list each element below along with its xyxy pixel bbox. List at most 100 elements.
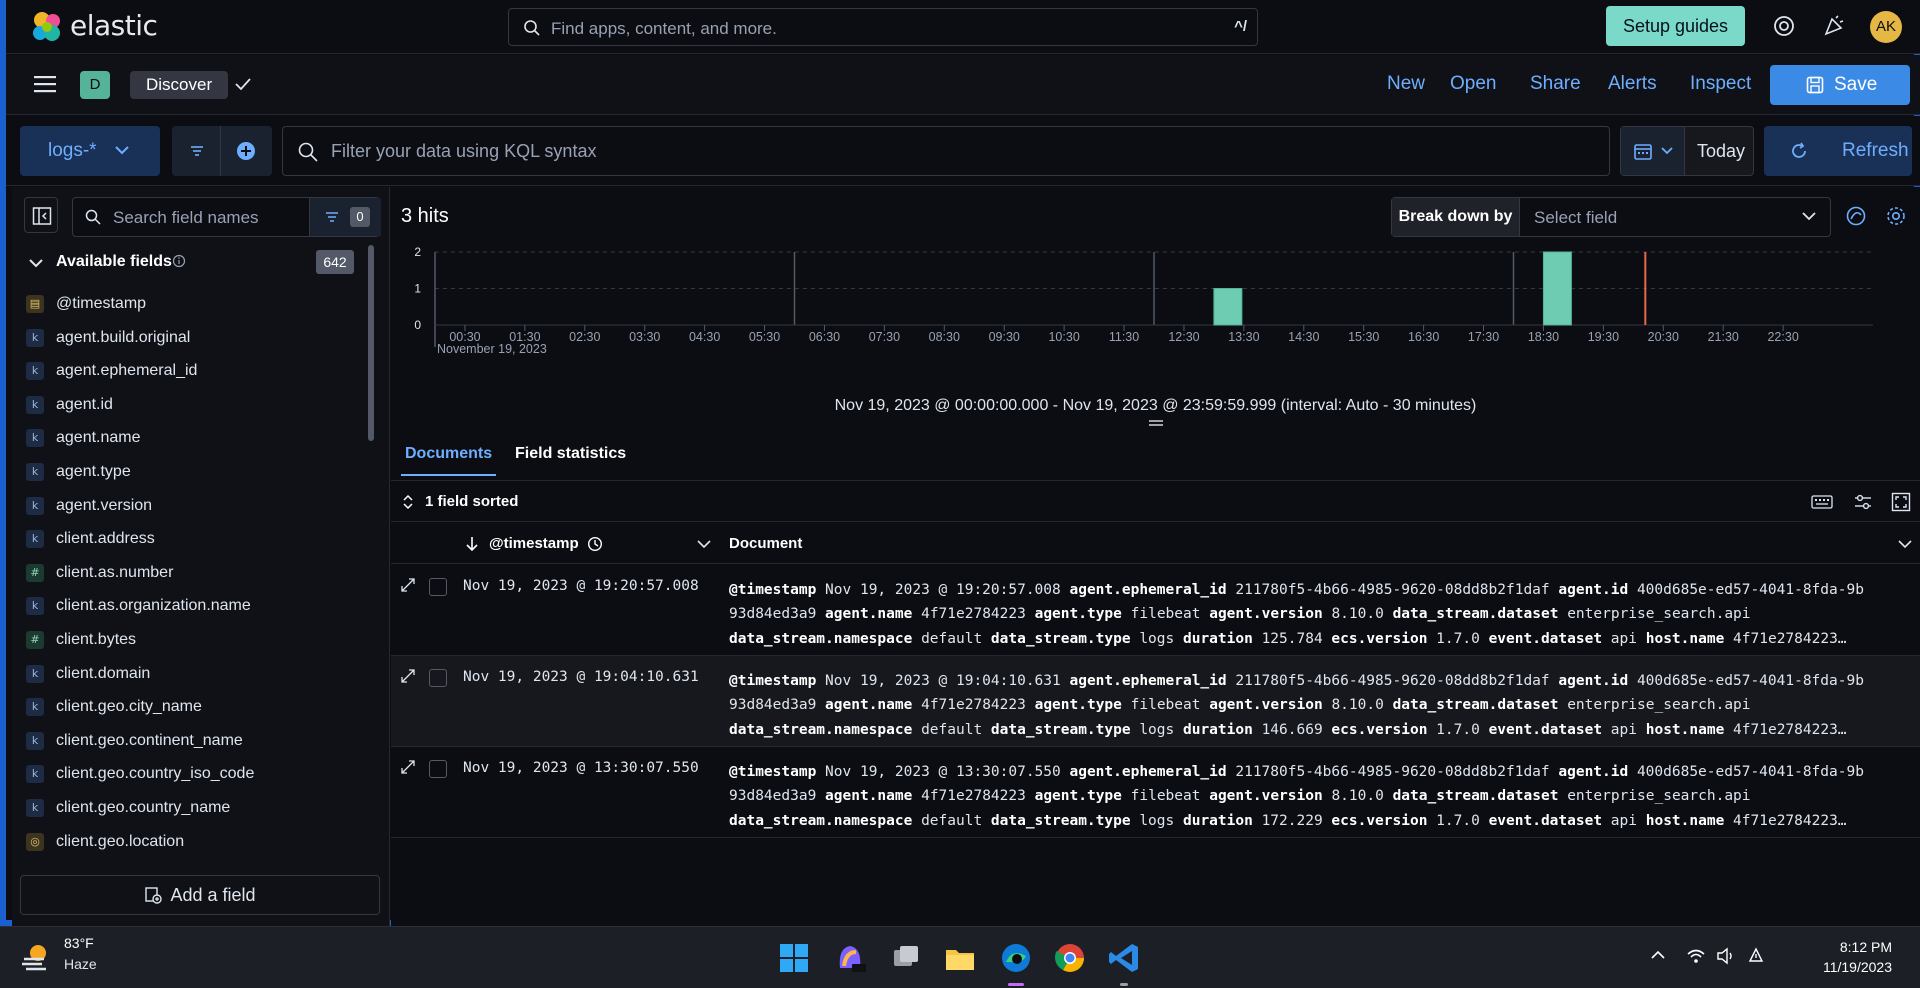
space-badge[interactable]: D [80,71,110,99]
user-avatar[interactable]: AK [1870,11,1902,43]
field-list-item[interactable]: k agent.type [12,455,368,489]
field-list-item[interactable]: k client.address [12,522,368,556]
number-type-icon: # [26,630,44,649]
table-row[interactable]: Nov 19, 2023 @ 13:30:07.550 @timestamp No… [391,747,1920,838]
x-tick-label: 11:30 [1109,330,1139,344]
doc-field-value: 8.10.0 [1331,606,1384,623]
sidebar-scrollbar[interactable] [368,245,374,441]
x-tick-label: 09:30 [989,330,1020,344]
row-select-checkbox[interactable] [429,578,447,596]
filter-icon[interactable] [188,142,206,160]
doc-field-key: data_stream.dataset [1392,788,1559,805]
sort-icon[interactable] [401,494,415,510]
global-search-input[interactable]: Find apps, content, and more. ^/ [508,8,1258,46]
gear-icon[interactable] [1885,205,1907,227]
field-list-item[interactable]: # client.bytes [12,623,368,657]
task-view-icon[interactable] [888,940,924,976]
table-row[interactable]: Nov 19, 2023 @ 19:04:10.631 @timestamp No… [391,656,1920,747]
chevron-down-icon [115,146,129,155]
row-select-checkbox[interactable] [429,760,447,778]
chevron-down-icon[interactable] [697,539,711,549]
tab-documents[interactable]: Documents [400,445,497,476]
file-explorer-icon[interactable] [942,940,978,976]
refresh-button[interactable]: Refresh [1764,126,1912,176]
global-search-placeholder: Find apps, content, and more. [551,19,777,38]
row-select-checkbox[interactable] [429,669,447,687]
inspect-link[interactable]: Inspect [1690,73,1751,95]
field-list-item[interactable]: k client.as.organization.name [12,589,368,623]
field-name: agent.ephemeral_id [56,362,198,380]
edge-browser-icon[interactable] [998,940,1034,976]
table-row[interactable]: Nov 19, 2023 @ 19:20:57.008 @timestamp No… [391,565,1920,656]
field-search-input[interactable]: Search field names 0 [72,197,381,237]
field-list-item[interactable]: k client.geo.country_iso_code [12,757,368,791]
open-link[interactable]: Open [1450,73,1496,95]
info-icon[interactable] [172,254,186,268]
field-list-item[interactable]: k client.geo.country_name [12,791,368,825]
collapse-sidebar-button[interactable] [24,197,58,233]
field-list-item[interactable]: ◎ client.geo.location [12,825,368,859]
field-list-item[interactable]: k client.domain [12,657,368,691]
field-list-item[interactable]: k client.geo.continent_name [12,724,368,758]
data-view-picker[interactable]: logs-* [20,126,160,176]
sorted-fields-button[interactable]: 1 field sorted [425,493,518,510]
windows-start-icon[interactable] [776,940,812,976]
available-fields-heading[interactable]: Available fields [56,253,172,271]
hamburger-menu-icon[interactable] [34,75,56,93]
expand-row-icon[interactable] [401,669,415,683]
field-list-item[interactable]: k agent.ephemeral_id [12,354,368,388]
doc-field-value: logs [1139,630,1175,647]
breakdown-selector[interactable]: Break down by Select field [1391,197,1831,237]
display-settings-icon[interactable] [1853,493,1873,511]
breadcrumb-discover[interactable]: Discover [130,71,229,99]
copilot-icon[interactable] [832,940,868,976]
setup-guides-button[interactable]: Setup guides [1606,6,1745,46]
chevron-down-icon[interactable] [28,257,44,269]
doc-field-key: host.name [1645,721,1725,738]
system-clock[interactable]: 8:12 PM 11/19/2023 [1792,937,1892,977]
field-list-item[interactable]: k agent.id [12,388,368,422]
field-type-filter-button[interactable]: 0 [309,198,381,236]
quick-menu-button[interactable] [1621,127,1685,175]
volume-icon[interactable] [1716,947,1736,965]
histogram-chart[interactable]: 01200:30 01:30 02:30 03:30 04:30 05:30 06:30 07… [391,247,1920,377]
kql-query-input[interactable]: Filter your data using KQL syntax [282,126,1610,176]
field-list-item[interactable]: k agent.name [12,421,368,455]
field-list-item[interactable]: k client.geo.city_name [12,690,368,724]
resize-handle-icon[interactable] [1148,419,1164,427]
help-icon[interactable] [1772,14,1796,38]
doc-field-key: data_stream.dataset [1392,697,1559,714]
field-list-item[interactable]: k agent.version [12,489,368,523]
doc-field-key: agent.id [1558,764,1629,780]
weather-haze-icon[interactable] [20,939,54,973]
x-tick-label: 12:30 [1168,330,1199,344]
date-picker[interactable]: Today [1620,126,1754,176]
tab-field-statistics[interactable]: Field statistics [515,445,626,463]
add-filter-icon[interactable] [235,140,257,162]
column-header-document[interactable]: Document [729,535,802,552]
column-header-timestamp[interactable]: @timestamp [489,535,579,552]
share-link[interactable]: Share [1530,73,1581,95]
elastic-logo-icon[interactable] [30,10,64,44]
field-list-item[interactable]: # client.as.number [12,556,368,590]
field-list-item[interactable]: k agent.build.original [12,321,368,355]
chevron-up-icon[interactable] [1650,947,1666,963]
expand-row-icon[interactable] [401,578,415,592]
arrow-down-icon[interactable] [465,536,479,552]
field-list-item[interactable]: ▤ @timestamp [12,287,368,321]
keyboard-icon[interactable] [1811,494,1833,510]
wifi-icon[interactable] [1686,947,1706,965]
battery-icon[interactable] [1746,947,1766,965]
row-timestamp: Nov 19, 2023 @ 13:30:07.550 [463,760,699,776]
chevron-down-icon[interactable] [1898,539,1912,549]
alerts-link[interactable]: Alerts [1608,73,1657,95]
save-button[interactable]: Save [1770,65,1910,105]
vscode-icon[interactable] [1106,940,1142,976]
add-field-button[interactable]: Add a field [20,875,380,915]
fullscreen-icon[interactable] [1891,492,1911,512]
news-feed-icon[interactable] [1822,14,1846,38]
expand-row-icon[interactable] [401,760,415,774]
ai-assistant-icon[interactable] [1845,205,1867,227]
new-link[interactable]: New [1387,73,1425,95]
chrome-browser-icon[interactable] [1052,940,1088,976]
